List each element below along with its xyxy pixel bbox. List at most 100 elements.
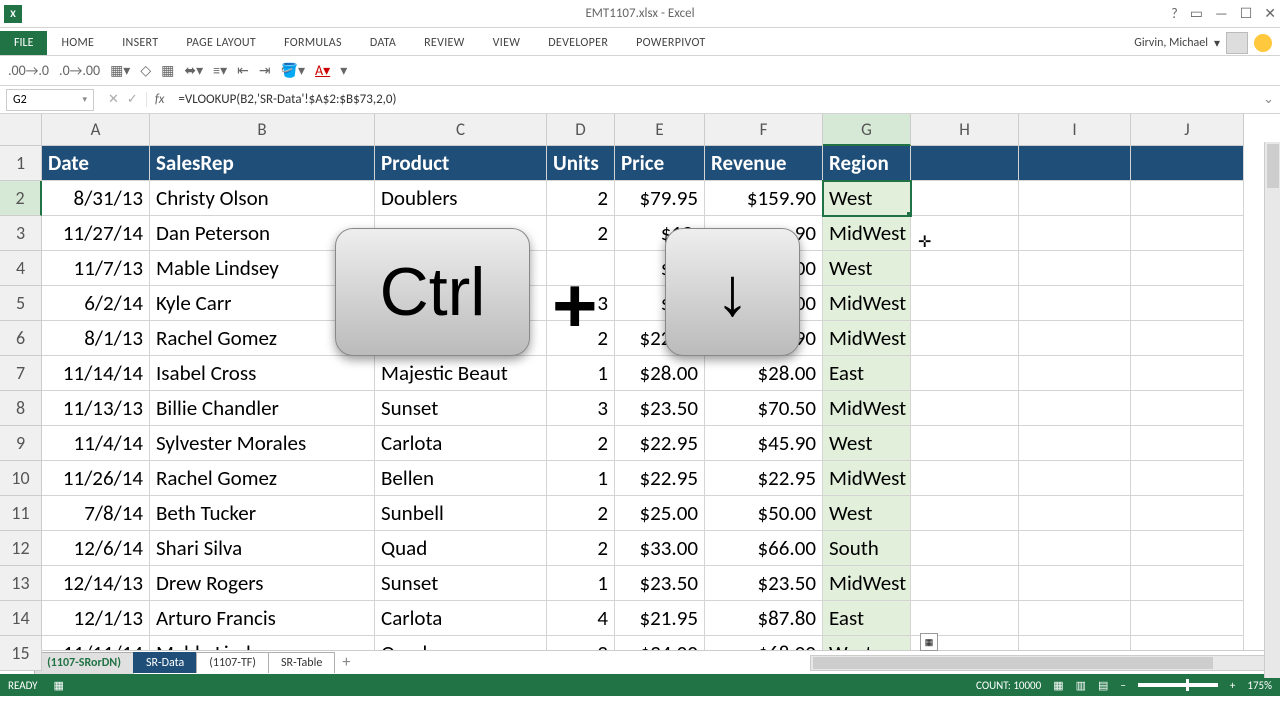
cell[interactable] (1019, 391, 1131, 426)
cell[interactable] (911, 251, 1019, 286)
cell[interactable] (1019, 636, 1131, 650)
enter-icon[interactable]: ✓ (127, 92, 138, 107)
help-icon[interactable]: ? (1171, 5, 1178, 22)
col-header-B[interactable]: B (150, 114, 375, 146)
cell[interactable]: $23.50 (615, 391, 705, 426)
cell[interactable]: East (823, 601, 911, 636)
cell[interactable] (1131, 356, 1244, 391)
cell[interactable]: Rachel Gomez (150, 321, 375, 356)
header-cell[interactable]: Revenue (705, 146, 823, 181)
indent-dec-icon[interactable]: ⇤ (237, 62, 249, 79)
tab-data[interactable]: DATA (356, 31, 410, 55)
col-header-H[interactable]: H (911, 114, 1019, 146)
tab-review[interactable]: REVIEW (410, 31, 479, 55)
maximize-icon[interactable]: ☐ (1240, 5, 1253, 22)
cell[interactable]: 1 (547, 461, 615, 496)
cell[interactable]: $33.00 (615, 531, 705, 566)
zoom-slider[interactable] (1138, 683, 1218, 687)
cell[interactable]: $22.95 (615, 461, 705, 496)
cell[interactable]: 12/14/13 (42, 566, 150, 601)
col-header-A[interactable]: A (42, 114, 150, 146)
cell[interactable] (1131, 601, 1244, 636)
cell[interactable]: $79.95 (615, 181, 705, 216)
cell[interactable] (1131, 461, 1244, 496)
cell[interactable]: MidWest (823, 566, 911, 601)
name-box[interactable]: G2 (6, 89, 94, 111)
cell[interactable] (1131, 286, 1244, 321)
row-header-1[interactable]: 1 (0, 146, 42, 181)
decrease-decimal-icon[interactable]: .00→.0 (8, 62, 49, 79)
cell[interactable] (375, 286, 547, 321)
indent-inc-icon[interactable]: ⇥ (259, 62, 271, 79)
cell[interactable]: Sunset (375, 391, 547, 426)
cell[interactable]: 2 (547, 181, 615, 216)
cell[interactable]: 3 (547, 391, 615, 426)
align-icon[interactable]: ≡▾ (213, 62, 227, 79)
cell[interactable]: Sunbell (375, 496, 547, 531)
header-cell[interactable] (911, 146, 1019, 181)
cell[interactable] (547, 251, 615, 286)
cell[interactable]: 11/13/13 (42, 391, 150, 426)
cell[interactable]: Carlota (375, 601, 547, 636)
more-icon[interactable]: ▾ (340, 62, 347, 79)
close-icon[interactable]: ✕ (1264, 5, 1276, 22)
sheet-tab-srtable[interactable]: SR-Table (268, 652, 335, 673)
cell[interactable]: Quad (375, 636, 547, 650)
cell[interactable] (911, 426, 1019, 461)
vertical-scrollbar[interactable] (1264, 142, 1280, 678)
fx-icon[interactable]: fx (147, 92, 173, 107)
borders-icon[interactable]: ▦ (161, 62, 174, 79)
header-cell[interactable]: Units (547, 146, 615, 181)
cell[interactable]: $25. (615, 251, 705, 286)
cell[interactable]: Kyle Carr (150, 286, 375, 321)
header-cell[interactable]: Date (42, 146, 150, 181)
cell[interactable]: East (823, 356, 911, 391)
cell[interactable] (1131, 181, 1244, 216)
view-break-icon[interactable]: ▤ (1098, 679, 1108, 692)
cell[interactable]: West (823, 181, 911, 216)
cell[interactable]: MidWest (823, 461, 911, 496)
cell[interactable]: Carlota (375, 321, 547, 356)
row-header-12[interactable]: 12 (0, 531, 42, 566)
cell[interactable] (1019, 496, 1131, 531)
cell[interactable]: 2 (547, 216, 615, 251)
cell[interactable]: 00 (705, 286, 823, 321)
cell[interactable]: South (823, 531, 911, 566)
cell[interactable] (1131, 636, 1244, 650)
header-cell[interactable] (1131, 146, 1244, 181)
cancel-icon[interactable]: ✕ (108, 92, 119, 107)
cell[interactable]: Quad (375, 531, 547, 566)
cell[interactable] (911, 531, 1019, 566)
cell[interactable]: $45.90 (705, 321, 823, 356)
cell[interactable]: $33. (615, 286, 705, 321)
cell[interactable]: 11/14/14 (42, 356, 150, 391)
cell[interactable]: Mable Lindsey (150, 636, 375, 650)
cell[interactable]: $28.00 (705, 356, 823, 391)
cell[interactable]: West (823, 636, 911, 650)
col-header-F[interactable]: F (705, 114, 823, 146)
cell[interactable] (1131, 426, 1244, 461)
cell[interactable]: Carlota (375, 426, 547, 461)
cell[interactable]: $23.50 (615, 566, 705, 601)
cell[interactable]: MidWest (823, 391, 911, 426)
header-cell[interactable]: Region (823, 146, 911, 181)
cell[interactable]: 2 (547, 321, 615, 356)
smiley-icon[interactable] (1254, 34, 1272, 52)
cell[interactable]: $25.00 (615, 496, 705, 531)
cell[interactable]: Arturo Francis (150, 601, 375, 636)
cell[interactable]: 11/7/13 (42, 251, 150, 286)
cell[interactable]: Christy Olson (150, 181, 375, 216)
row-header-7[interactable]: 7 (0, 356, 42, 391)
cell[interactable]: $34.00 (615, 636, 705, 650)
cell[interactable]: 11/26/14 (42, 461, 150, 496)
cell[interactable]: Mable Lindsey (150, 251, 375, 286)
cell[interactable]: $22.95 (705, 461, 823, 496)
cell[interactable]: 2 (547, 636, 615, 650)
cell[interactable]: 8/1/13 (42, 321, 150, 356)
cell[interactable]: 8/31/13 (42, 181, 150, 216)
cell[interactable]: MidWest (823, 321, 911, 356)
cell[interactable] (1019, 531, 1131, 566)
clear-icon[interactable]: ◇ (140, 62, 151, 79)
cell[interactable]: $22.95 (615, 321, 705, 356)
zoom-out-icon[interactable]: − (1120, 679, 1125, 692)
